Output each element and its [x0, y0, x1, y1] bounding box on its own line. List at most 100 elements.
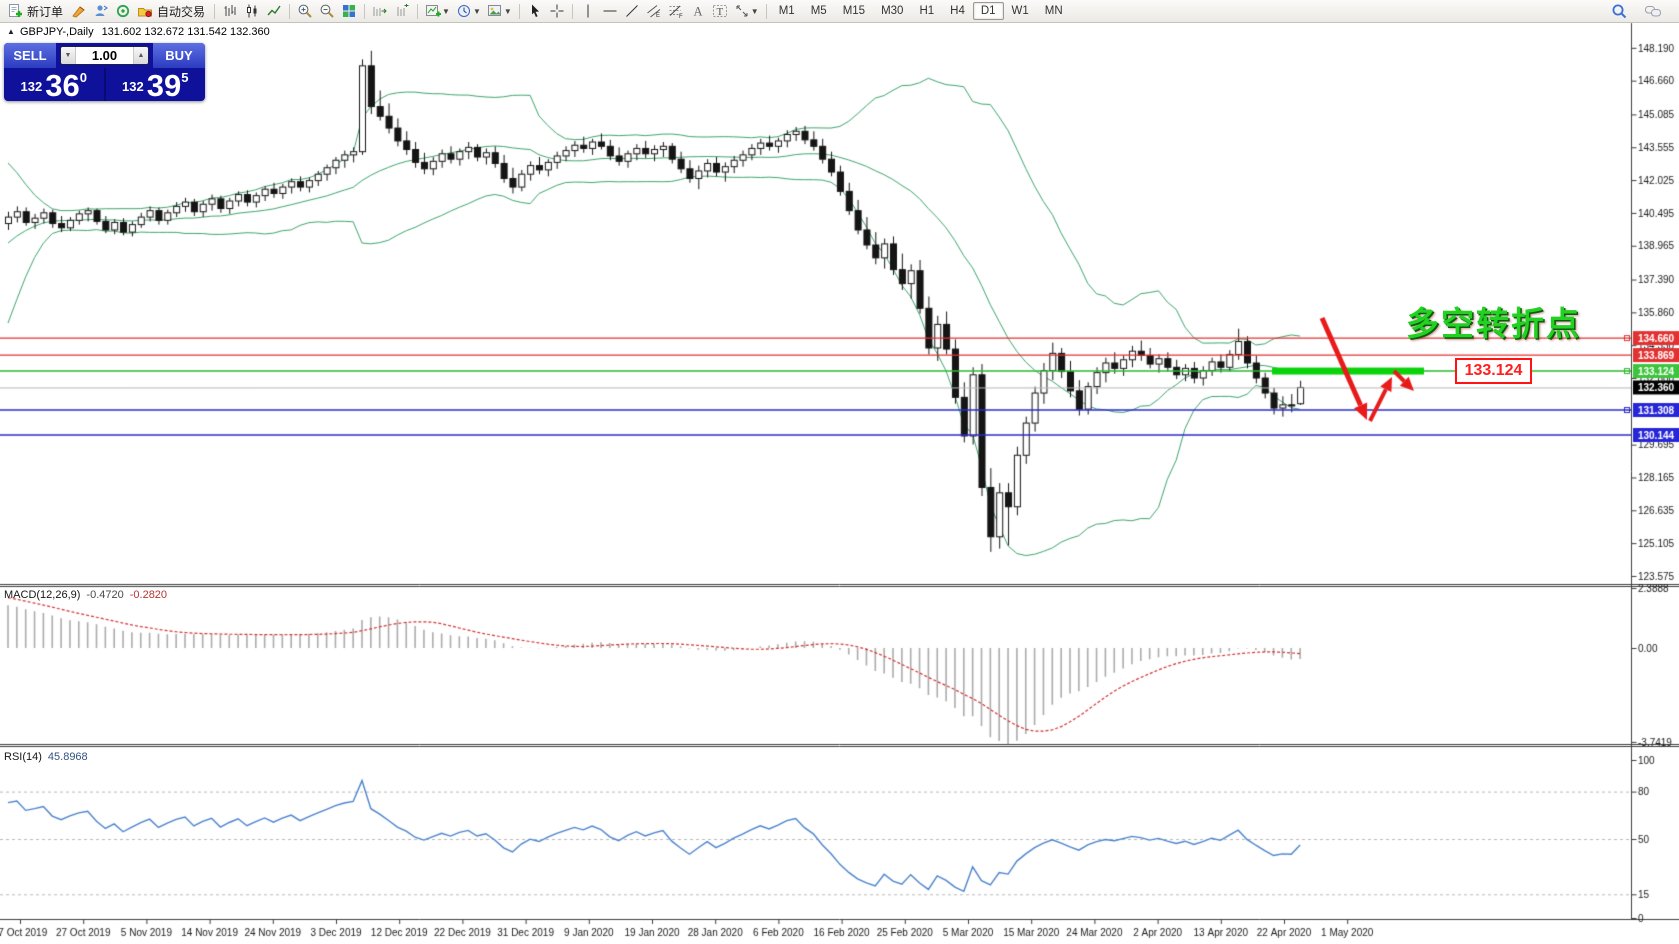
- volume-increment-button[interactable]: ▲: [133, 47, 148, 64]
- new-order-label[interactable]: 新订单: [27, 3, 63, 20]
- signals-button[interactable]: [112, 1, 134, 21]
- chart-bars-button[interactable]: [219, 1, 241, 21]
- new-order-button[interactable]: [4, 1, 26, 21]
- text-icon: A: [690, 3, 706, 19]
- cursor-button[interactable]: [524, 1, 546, 21]
- horizontal-line-button[interactable]: [599, 1, 621, 21]
- search-icon: [1611, 3, 1628, 20]
- separator: [766, 4, 767, 19]
- rsi-name: RSI(14): [4, 751, 42, 763]
- tab-m5[interactable]: M5: [803, 2, 835, 20]
- text-button[interactable]: A: [687, 1, 709, 21]
- buy-button[interactable]: BUY: [153, 43, 205, 68]
- indicator-window-icon: [372, 3, 388, 19]
- autotrading-icon: [137, 3, 153, 19]
- separator: [364, 4, 365, 19]
- zoom-out-icon: [319, 3, 335, 19]
- tab-h4[interactable]: H4: [942, 2, 973, 20]
- tab-m15[interactable]: M15: [835, 2, 873, 20]
- tab-m1[interactable]: M1: [771, 2, 803, 20]
- sell-price-pip: 0: [80, 70, 87, 85]
- zoom-in-button[interactable]: [294, 1, 316, 21]
- macd-value-signal: -0.2820: [130, 589, 167, 601]
- macd-value-main: -0.4720: [86, 589, 123, 601]
- autotrading-label[interactable]: 自动交易: [157, 3, 205, 20]
- trendline-button[interactable]: [621, 1, 643, 21]
- tab-d1[interactable]: D1: [973, 2, 1004, 20]
- fibonacci-button[interactable]: F: [665, 1, 687, 21]
- sell-button[interactable]: SELL: [4, 43, 56, 68]
- metaeditor-button[interactable]: [68, 1, 90, 21]
- arrows-menu-button[interactable]: ▼: [731, 1, 762, 21]
- tab-h1[interactable]: H1: [911, 2, 942, 20]
- turning-point-annotation: 多空转折点: [1406, 297, 1581, 345]
- crosshair-icon: [549, 3, 565, 19]
- buy-price-main: 39: [147, 73, 181, 98]
- tab-mn[interactable]: MN: [1037, 2, 1071, 20]
- signals-icon: [115, 3, 131, 19]
- chart-title: GBPJPY-,Daily131.602 132.672 131.542 132…: [20, 26, 270, 38]
- arrows-menu-icon: [734, 3, 750, 19]
- chart-candles-icon: [244, 3, 260, 19]
- chat-icon: [1644, 3, 1662, 19]
- search-button[interactable]: [1608, 1, 1631, 21]
- separator: [572, 4, 573, 19]
- trendline-icon: [624, 3, 640, 19]
- chevron-down-icon: ▼: [442, 7, 450, 16]
- equidistant-channel-button[interactable]: E: [643, 1, 665, 21]
- periods-menu-icon: [456, 3, 472, 19]
- indicators-menu-icon: [425, 3, 441, 19]
- rsi-value: 45.8968: [48, 751, 88, 763]
- rsi-indicator-label: RSI(14) 45.8968: [4, 751, 88, 763]
- sell-price-main: 36: [45, 73, 79, 98]
- templates-menu-button[interactable]: ▼: [484, 1, 515, 21]
- svg-text:E: E: [656, 13, 660, 19]
- vertical-line-icon: [580, 3, 596, 19]
- equidistant-channel-icon: E: [646, 3, 662, 19]
- sell-price[interactable]: 132 36 0: [4, 68, 104, 101]
- sell-price-prefix: 132: [21, 79, 43, 94]
- chart-shift-button[interactable]: [391, 1, 413, 21]
- chevron-down-icon: ▼: [473, 7, 481, 16]
- separator: [214, 4, 215, 19]
- volume-input[interactable]: [76, 47, 133, 64]
- chart-candles-button[interactable]: [241, 1, 263, 21]
- crosshair-button[interactable]: [546, 1, 568, 21]
- tile-windows-button[interactable]: [338, 1, 360, 21]
- chat-button[interactable]: [1641, 1, 1665, 21]
- svg-text:A: A: [693, 5, 702, 19]
- templates-menu-icon: [487, 3, 503, 19]
- chart-line-button[interactable]: [263, 1, 285, 21]
- indicator-window-button[interactable]: [369, 1, 391, 21]
- autotrading-button[interactable]: [134, 1, 156, 21]
- macd-indicator-label: MACD(12,26,9) -0.4720 -0.2820: [4, 589, 167, 601]
- zoom-in-icon: [297, 3, 313, 19]
- volume-stepper: ▼ ▲: [60, 46, 149, 65]
- macd-name: MACD(12,26,9): [4, 589, 80, 601]
- volume-decrement-button[interactable]: ▼: [61, 47, 76, 64]
- zoom-out-button[interactable]: [316, 1, 338, 21]
- metaeditor-icon: [71, 3, 87, 19]
- vertical-line-button[interactable]: [577, 1, 599, 21]
- separator: [289, 4, 290, 19]
- svg-text:F: F: [679, 14, 683, 19]
- buy-price-prefix: 132: [122, 79, 144, 94]
- fibonacci-icon: F: [668, 3, 684, 19]
- chart-canvas[interactable]: [0, 0, 1679, 944]
- chart-shift-icon: [394, 3, 410, 19]
- toolbar: 新订单 自动交易 ▼ ▼ ▼ E F A T ▼ M1 M5 M15 M30 H…: [0, 0, 1679, 23]
- text-label-button[interactable]: T: [709, 1, 731, 21]
- tab-w1[interactable]: W1: [1004, 2, 1037, 20]
- indicators-menu-button[interactable]: ▼: [422, 1, 453, 21]
- chart-ohlc-values: 131.602 132.672 131.542 132.360: [102, 26, 270, 38]
- svg-text:T: T: [716, 6, 723, 18]
- periods-menu-button[interactable]: ▼: [453, 1, 484, 21]
- text-label-icon: T: [712, 3, 728, 19]
- one-click-trading-panel: SELL ▼ ▲ BUY 132 36 0 132 39 5: [4, 43, 205, 101]
- profiles-button[interactable]: [90, 1, 112, 21]
- tab-m30[interactable]: M30: [873, 2, 911, 20]
- profiles-icon: [93, 3, 109, 19]
- price-level-annotation-box: 133.124: [1455, 358, 1532, 384]
- buy-price[interactable]: 132 39 5: [106, 68, 206, 101]
- horizontal-line-icon: [602, 3, 618, 19]
